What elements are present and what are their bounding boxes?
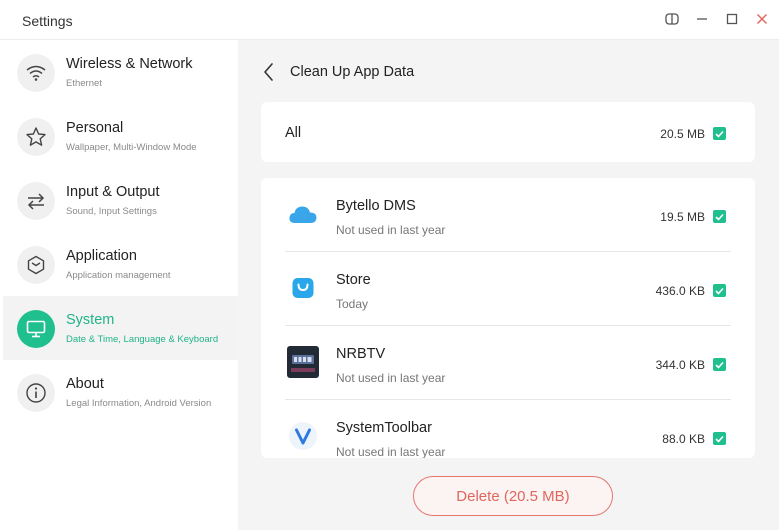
sidebar-item-subtitle: Sound, Input Settings [66, 206, 157, 217]
app-row-bytello-dms[interactable]: Bytello DMS Not used in last year 19.5 M… [261, 178, 755, 252]
split-view-icon[interactable] [663, 10, 681, 28]
app-size: 88.0 KB [662, 432, 705, 446]
wifi-icon [17, 54, 55, 92]
app-size: 19.5 MB [660, 210, 705, 224]
sidebar-item-subtitle: Legal Information, Android Version [66, 398, 212, 409]
sidebar-item-label: Application [66, 248, 137, 264]
cloud-app-icon [287, 198, 319, 230]
sidebar-item-personal[interactable]: Personal Wallpaper, Multi-Window Mode [3, 104, 238, 168]
sidebar-item-subtitle: Date & Time, Language & Keyboard [66, 334, 219, 345]
app-checkbox[interactable] [713, 210, 726, 223]
app-last-used: Not used in last year [336, 223, 446, 237]
checkmark-icon [715, 130, 724, 138]
app-row-systemtoolbar[interactable]: SystemToolbar Not used in last year 88.0… [261, 400, 755, 458]
app-name: SystemToolbar [336, 420, 432, 436]
sidebar-item-label: About [66, 376, 104, 392]
checkmark-icon [715, 213, 724, 221]
app-name: Bytello DMS [336, 198, 416, 214]
back-arrow-icon[interactable] [260, 61, 278, 83]
nrbtv-app-icon [287, 346, 319, 378]
app-list: Bytello DMS Not used in last year 19.5 M… [261, 178, 755, 458]
app-size: 436.0 KB [655, 284, 705, 298]
sidebar-item-system[interactable]: System Date & Time, Language & Keyboard [3, 296, 238, 360]
sidebar-item-subtitle: Application management [66, 270, 171, 281]
app-name: NRBTV [336, 346, 386, 362]
sidebar-item-label: Personal [66, 120, 124, 136]
app-size: 344.0 KB [655, 358, 705, 372]
store-bag-icon [287, 272, 319, 304]
app-checkbox[interactable] [713, 432, 726, 445]
sidebar-item-application[interactable]: Application Application management [3, 232, 238, 296]
app-row-nrbtv[interactable]: NRBTV Not used in last year 344.0 KB [261, 326, 755, 400]
select-all-row[interactable]: All 20.5 MB [261, 102, 755, 162]
app-last-used: Today [336, 297, 369, 311]
v-logo-icon [287, 420, 319, 452]
app-checkbox[interactable] [713, 284, 726, 297]
select-all-checkbox[interactable] [713, 127, 726, 140]
total-size: 20.5 MB [660, 127, 705, 141]
sidebar-item-input-output[interactable]: Input & Output Sound, Input Settings [3, 168, 238, 232]
sidebar: Wireless & Network Ethernet Personal Wal… [3, 40, 238, 530]
sidebar-item-label: System [66, 312, 115, 328]
info-icon [17, 374, 55, 412]
page-title: Clean Up App Data [290, 64, 415, 80]
swap-arrows-icon [17, 182, 55, 220]
main-panel: Clean Up App Data All 20.5 MB Bytello DM… [238, 40, 779, 530]
select-all-label: All [285, 125, 302, 141]
app-name: Store [336, 272, 371, 288]
close-icon[interactable] [753, 10, 771, 28]
minimize-icon[interactable] [693, 10, 711, 28]
sidebar-item-about[interactable]: About Legal Information, Android Version [3, 360, 238, 424]
sidebar-item-subtitle: Ethernet [66, 78, 102, 89]
app-checkbox[interactable] [713, 358, 726, 371]
window-controls [663, 10, 771, 28]
checkmark-icon [715, 361, 724, 369]
window-title: Settings [22, 13, 73, 29]
app-last-used: Not used in last year [336, 371, 446, 385]
sidebar-item-label: Wireless & Network [66, 56, 193, 72]
app-last-used: Not used in last year [336, 445, 446, 458]
app-row-store[interactable]: Store Today 436.0 KB [261, 252, 755, 326]
sidebar-item-subtitle: Wallpaper, Multi-Window Mode [66, 142, 197, 153]
monitor-icon [17, 310, 55, 348]
star-icon [17, 118, 55, 156]
delete-button[interactable]: Delete (20.5 MB) [413, 476, 613, 516]
sidebar-item-wireless-network[interactable]: Wireless & Network Ethernet [3, 40, 238, 104]
checkmark-icon [715, 287, 724, 295]
cube-icon [17, 246, 55, 284]
maximize-icon[interactable] [723, 10, 741, 28]
title-bar: Settings [0, 0, 779, 40]
checkmark-icon [715, 435, 724, 443]
sidebar-item-label: Input & Output [66, 184, 160, 200]
